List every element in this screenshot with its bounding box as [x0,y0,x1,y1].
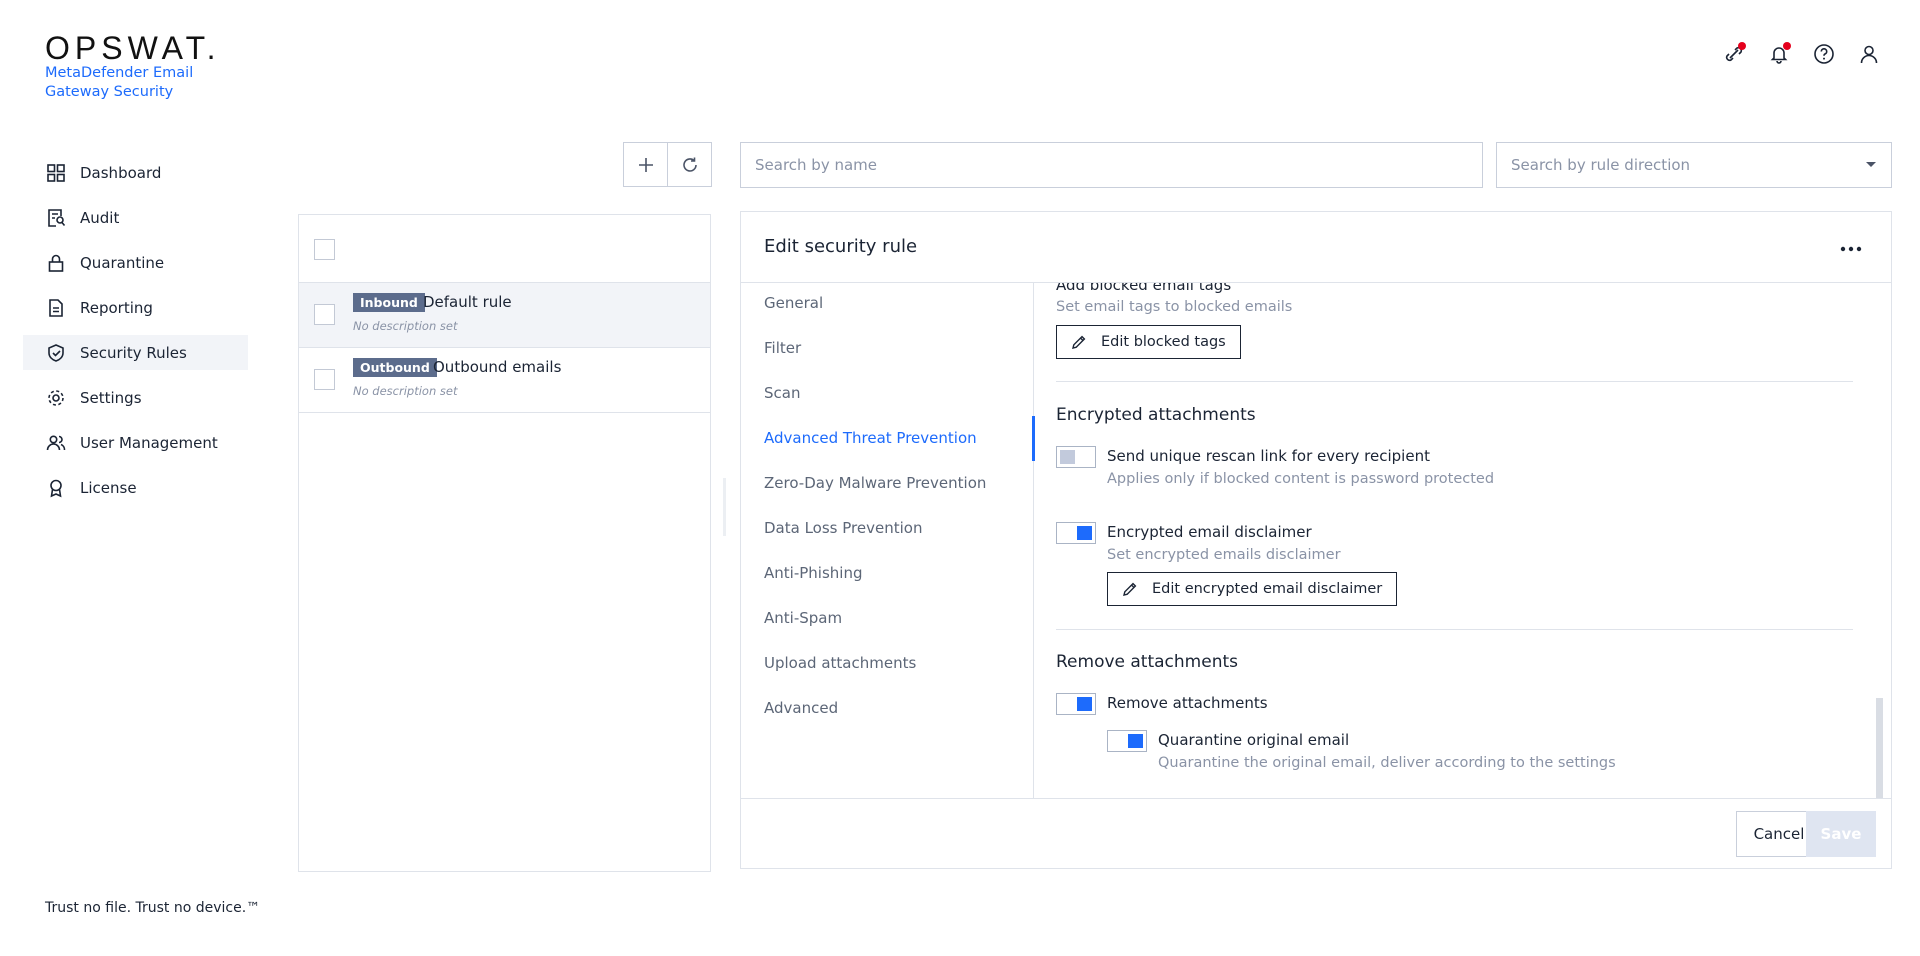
select-all-checkbox[interactable] [314,239,335,260]
sidebar-item-label: License [80,478,137,497]
sidebar-item-dashboard[interactable]: Dashboard [23,155,248,190]
tab-data-loss-prevention[interactable]: Data Loss Prevention [764,519,922,537]
rule-description: No description set [353,319,458,333]
audit-icon [48,208,66,227]
encrypted-attachments-heading: Encrypted attachments [1056,405,1256,425]
shield-check-icon [48,343,64,362]
tagline: Trust no file. Trust no device.™ [45,900,261,916]
sidebar-item-label: Dashboard [80,163,162,182]
quarantine-original-description: Quarantine the original email, deliver a… [1158,755,1616,771]
tab-filter[interactable]: Filter [764,339,801,357]
refresh-icon [682,157,697,172]
panel-title: Edit security rule [764,236,918,257]
rule-checkbox[interactable] [314,369,335,390]
sidebar-item-label: User Management [80,433,218,452]
rule-section-tabs: General Filter Scan Advanced Threat Prev… [741,283,1035,798]
button-label: Edit blocked tags [1101,334,1226,350]
rule-direction-placeholder: Search by rule direction [1511,156,1691,174]
notification-dot [1783,42,1791,50]
product-name: MetaDefender Email Gateway Security [45,65,194,100]
gear-icon [48,389,64,406]
rule-name: Outbound emails [433,358,562,376]
rule-description: No description set [353,384,458,398]
rule-direction-select[interactable]: Search by rule direction [1496,142,1892,188]
help-icon[interactable] [1810,40,1838,68]
sidebar-item-user-management[interactable]: User Management [23,425,248,460]
search-by-name-input[interactable] [740,142,1483,188]
rule-row-outbound[interactable]: Outbound Outbound emails No description … [299,348,710,413]
pencil-icon [1072,335,1086,349]
direction-badge: Outbound [353,358,437,377]
bell-icon[interactable] [1765,40,1793,68]
direction-badge: Inbound [353,293,425,312]
refresh-button[interactable] [667,142,712,187]
edit-blocked-tags-button[interactable]: Edit blocked tags [1056,325,1241,359]
dashboard-icon [47,163,65,182]
encrypted-disclaimer-description: Set encrypted emails disclaimer [1107,547,1341,563]
sidebar-nav: Dashboard Audit Quarantine Reporting Sec… [23,155,248,515]
sidebar-item-settings[interactable]: Settings [23,380,248,415]
sidebar-item-label: Reporting [80,298,153,317]
sidebar-item-label: Quarantine [80,253,165,272]
pencil-icon [1123,582,1137,596]
content-scrollbar[interactable] [1876,698,1883,798]
sidebar-item-audit[interactable]: Audit [23,200,248,235]
blocked-tags-description: Set email tags to blocked emails [1056,299,1293,315]
more-options-button[interactable] [1836,234,1866,264]
document-icon [49,298,63,317]
sidebar-item-reporting[interactable]: Reporting [23,290,248,325]
tab-anti-phishing[interactable]: Anti-Phishing [764,564,862,582]
award-icon [50,479,62,497]
edit-encrypted-disclaimer-button[interactable]: Edit encrypted email disclaimer [1107,572,1398,606]
caret-down-icon [1866,162,1876,167]
user-icon[interactable] [1855,40,1883,68]
tab-upload-attachments[interactable]: Upload attachments [764,654,916,672]
rule-checkbox[interactable] [314,304,335,325]
sidebar-item-license[interactable]: License [23,470,248,505]
advanced-threat-prevention-settings: Add blocked email tags Set email tags to… [1034,283,1891,798]
tab-advanced-threat-prevention[interactable]: Advanced Threat Prevention [764,429,977,447]
tab-scan[interactable]: Scan [764,384,800,402]
remove-attachments-toggle[interactable] [1056,693,1096,715]
add-rule-button[interactable] [623,142,668,187]
sidebar-item-label: Settings [80,388,142,407]
sidebar-item-label: Security Rules [80,343,187,362]
rescan-link-description: Applies only if blocked content is passw… [1107,471,1495,487]
edit-security-rule-panel: Edit security rule General Filter Scan A… [740,211,1892,869]
tab-anti-spam[interactable]: Anti-Spam [764,609,842,627]
quarantine-original-toggle[interactable] [1107,730,1147,752]
blocked-tags-title: Add blocked email tags [1056,283,1232,294]
lock-icon [48,254,64,272]
panel-splitter[interactable] [723,478,726,536]
encrypted-disclaimer-label: Encrypted email disclaimer [1107,523,1312,541]
tab-general[interactable]: General [764,294,823,312]
button-label: Edit encrypted email disclaimer [1152,581,1383,597]
remove-attachments-heading: Remove attachments [1056,652,1238,672]
tab-zero-day-malware-prevention[interactable]: Zero-Day Malware Prevention [764,474,986,492]
quarantine-original-label: Quarantine original email [1158,731,1350,749]
opswat-logo: OPSWAT. [45,30,221,66]
remove-attachments-label: Remove attachments [1107,694,1268,712]
notification-dot [1738,42,1746,50]
rule-row-default[interactable]: Inbound Default rule No description set [299,283,710,348]
sidebar-item-label: Audit [80,208,120,227]
rule-list: Inbound Default rule No description set … [298,214,711,872]
users-icon [46,434,66,450]
sidebar-item-security-rules[interactable]: Security Rules [23,335,248,370]
plus-icon [638,157,653,172]
sidebar-item-quarantine[interactable]: Quarantine [23,245,248,280]
rule-name: Default rule [423,293,512,311]
rescan-link-toggle[interactable] [1056,446,1096,468]
rule-list-header [299,215,710,283]
encrypted-disclaimer-toggle[interactable] [1056,522,1096,544]
tab-advanced[interactable]: Advanced [764,699,838,717]
save-button[interactable]: Save [1806,811,1876,857]
rescan-link-label: Send unique rescan link for every recipi… [1107,447,1430,465]
integration-icon[interactable] [1720,40,1748,68]
more-horizontal-icon [1840,246,1862,252]
